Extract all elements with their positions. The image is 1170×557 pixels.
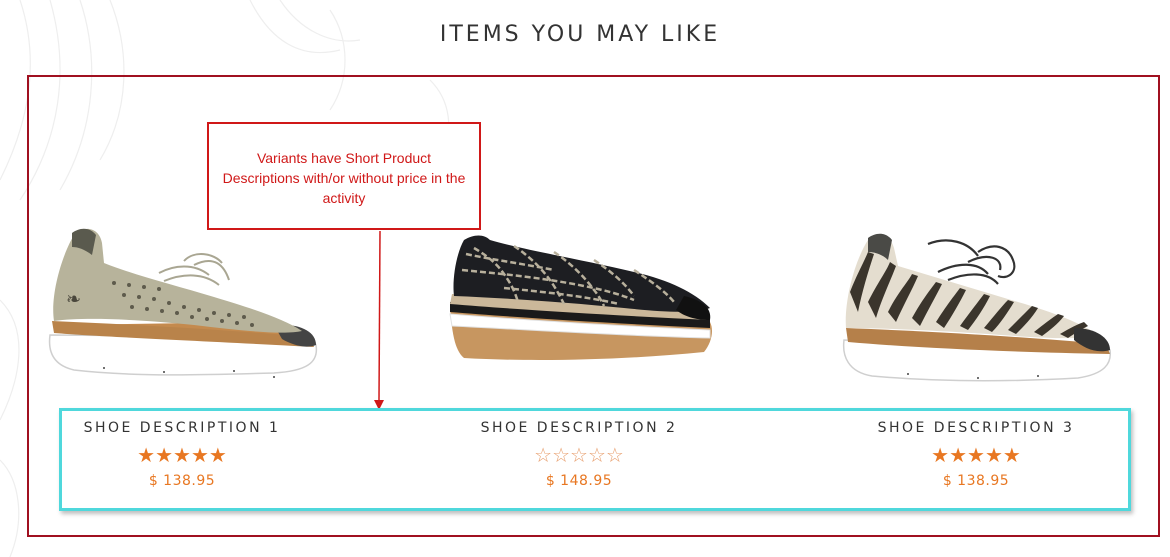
star-filled-icon: ★ — [984, 443, 1003, 467]
star-filled-icon: ★ — [208, 443, 227, 467]
star-filled-icon: ★ — [967, 443, 985, 467]
product-card-3[interactable]: SHOE DESCRIPTION 3 ★★★★★ $ 138.95 — [856, 420, 1096, 489]
product-price: $ 138.95 — [148, 473, 216, 489]
product-name[interactable]: SHOE DESCRIPTION 1 — [62, 420, 302, 436]
star-filled-icon: ★ — [173, 443, 191, 467]
star-rating: ★★★★★ — [856, 445, 1096, 465]
star-filled-icon: ★ — [931, 443, 950, 467]
product-card-2[interactable]: SHOE DESCRIPTION 2 ☆☆☆☆☆ $ 148.95 — [459, 420, 699, 489]
star-filled-icon: ★ — [190, 443, 209, 467]
svg-text:❧: ❧ — [66, 289, 81, 310]
star-empty-icon: ☆ — [587, 443, 606, 467]
star-rating: ☆☆☆☆☆ — [459, 445, 699, 465]
star-filled-icon: ★ — [137, 443, 156, 467]
star-empty-icon: ☆ — [605, 443, 624, 467]
annotation-callout: Variants have Short Product Descriptions… — [207, 122, 481, 230]
star-filled-icon: ★ — [1002, 443, 1021, 467]
product-name[interactable]: SHOE DESCRIPTION 2 — [459, 420, 699, 436]
star-empty-icon: ☆ — [552, 443, 571, 467]
product-card-1[interactable]: SHOE DESCRIPTION 1 ★★★★★ $ 138.95 — [62, 420, 302, 489]
product-image-2[interactable] — [444, 230, 719, 365]
product-name[interactable]: SHOE DESCRIPTION 3 — [856, 420, 1096, 436]
star-rating: ★★★★★ — [62, 445, 302, 465]
star-filled-icon: ★ — [155, 443, 174, 467]
star-empty-icon: ☆ — [534, 443, 553, 467]
star-empty-icon: ☆ — [570, 443, 588, 467]
annotation-text: Variants have Short Product Descriptions… — [222, 150, 466, 206]
star-filled-icon: ★ — [949, 443, 968, 467]
product-image-1[interactable]: ❧ — [44, 225, 324, 390]
product-image-3[interactable] — [838, 232, 1118, 392]
product-price: $ 148.95 — [545, 473, 613, 489]
product-price: $ 138.95 — [942, 473, 1010, 489]
section-title: ITEMS YOU MAY LIKE — [439, 22, 721, 47]
